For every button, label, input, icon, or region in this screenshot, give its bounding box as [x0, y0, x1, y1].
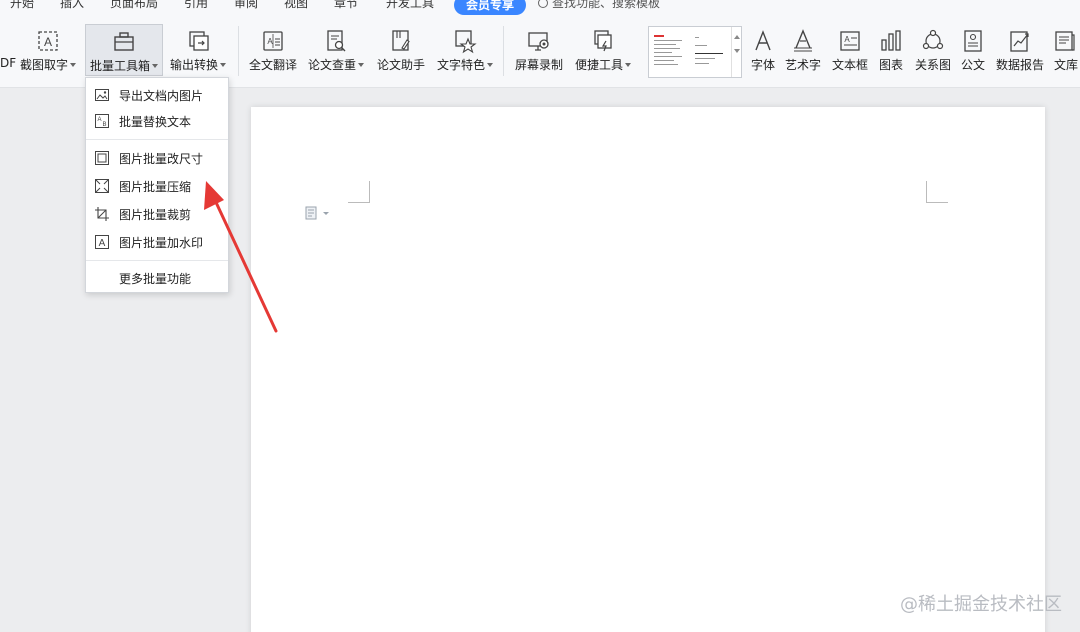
watermark-text: @稀土掘金技术社区	[900, 594, 1062, 615]
annotation-arrow	[204, 181, 278, 333]
